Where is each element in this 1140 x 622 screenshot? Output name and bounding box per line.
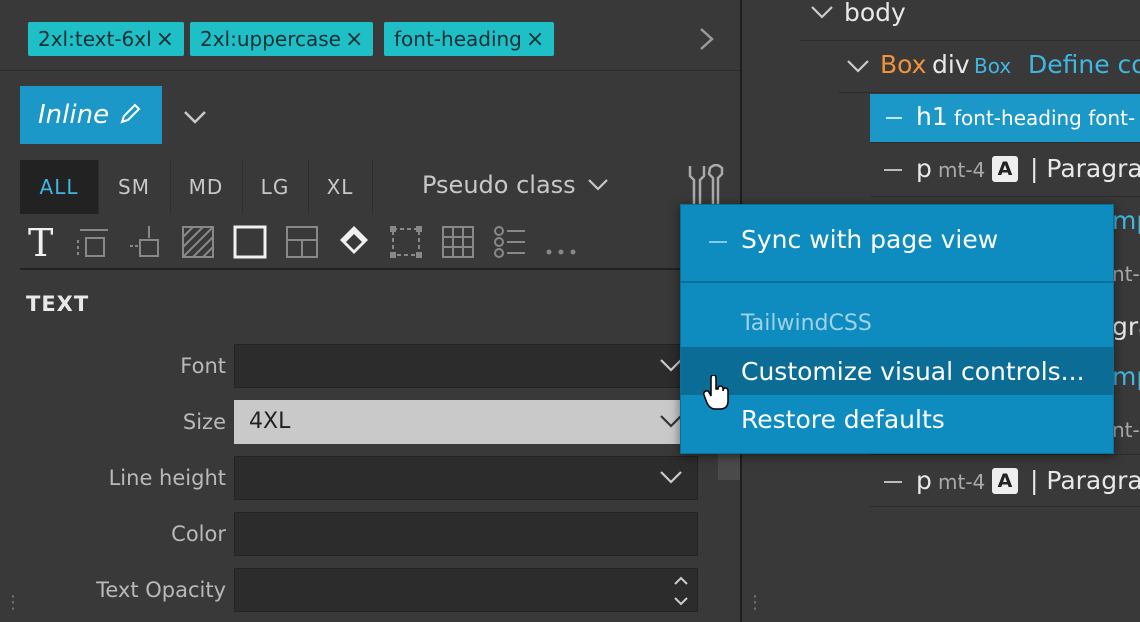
class-tag-bar: 2xl:text-6xl × 2xl:uppercase × font-headin…: [0, 0, 740, 71]
spacing-horizontal-icon[interactable]: [76, 222, 112, 262]
tree-row-p[interactable]: p mt-4 A | Paragra: [870, 456, 1140, 508]
grid-icon[interactable]: [440, 222, 476, 262]
class-tag-label: font-heading: [394, 27, 522, 51]
tab-sm[interactable]: SM: [98, 160, 171, 214]
scrollbar[interactable]: [718, 450, 740, 480]
remove-tag-icon[interactable]: ×: [526, 27, 544, 52]
breakpoint-tabs: ALL SM MD LG XL Pseudo class: [20, 160, 740, 214]
position-icon[interactable]: [128, 222, 164, 262]
color-label: Color: [171, 522, 226, 546]
tree-node-tag: h1: [916, 102, 948, 131]
size-select[interactable]: 4XL: [234, 400, 698, 444]
sync-dash-icon: [709, 241, 727, 243]
resize-handle-icon[interactable]: ⋮: [746, 592, 764, 613]
tree-node-name: Box: [880, 50, 927, 79]
layout-icon[interactable]: [284, 222, 320, 262]
line-height-label: Line height: [108, 466, 226, 490]
collapse-dash-icon: [886, 117, 902, 119]
tree-row-p[interactable]: p mt-4 A | Paragra: [870, 144, 1140, 196]
resize-handle-icon[interactable]: ⋮: [4, 592, 22, 613]
text-badge: A: [992, 468, 1018, 494]
tree-node-component: Box: [974, 54, 1012, 78]
tree-separator: [870, 142, 1140, 143]
menu-divider: [681, 281, 1113, 283]
tree-node-partial: mp: [1112, 206, 1140, 235]
tree-node-text: | Paragra: [1030, 154, 1140, 183]
tree-separator: [838, 92, 1140, 93]
color-input[interactable]: [234, 512, 698, 556]
collapse-dash-icon: [884, 169, 902, 171]
tools-menu: Sync with page view TailwindCSS Customiz…: [680, 204, 1114, 454]
tree-node-tag: body: [844, 0, 906, 27]
text-opacity-input[interactable]: [234, 568, 698, 612]
list-icon[interactable]: [492, 222, 528, 262]
tree-node-classes: mt-4: [938, 158, 986, 182]
menu-item-restore[interactable]: Restore defaults: [741, 405, 945, 434]
size-value: 4XL: [249, 409, 291, 434]
pencil-icon: [120, 103, 141, 124]
menu-item-sync[interactable]: Sync with page view: [741, 225, 998, 254]
tab-lg[interactable]: LG: [242, 160, 309, 214]
text-opacity-label: Text Opacity: [96, 578, 226, 602]
class-tag[interactable]: 2xl:uppercase ×: [190, 22, 374, 56]
remove-tag-icon[interactable]: ×: [345, 27, 363, 52]
tools-icon[interactable]: [686, 164, 726, 208]
tree-node-tag: p: [916, 154, 932, 183]
menu-group-label: TailwindCSS: [741, 311, 872, 336]
chevron-down-icon: [588, 179, 609, 191]
chevron-right-icon[interactable]: [698, 26, 716, 52]
chevron-down-icon[interactable]: [182, 104, 208, 130]
pseudo-class-label: Pseudo class: [422, 171, 576, 199]
stepper-icon[interactable]: [671, 572, 691, 610]
font-label: Font: [180, 354, 226, 378]
class-tag-label: 2xl:text-6xl: [38, 27, 152, 51]
property-category-toolbar: T: [20, 222, 740, 270]
tree-node-partial: gra: [1112, 312, 1140, 341]
effects-icon[interactable]: [388, 222, 424, 262]
border-icon[interactable]: [232, 222, 268, 262]
chevron-down-icon[interactable]: [810, 4, 834, 22]
tree-node-partial: mp: [1112, 362, 1140, 391]
collapse-dash-icon: [884, 481, 902, 483]
tree-row-h1-selected[interactable]: h1 font-heading font-: [870, 94, 1140, 142]
tree-row-box[interactable]: Box div Box Define co: [742, 40, 1140, 92]
svg-text:T: T: [28, 222, 53, 262]
tab-xl[interactable]: XL: [308, 160, 373, 214]
tab-all[interactable]: ALL: [20, 160, 99, 214]
tab-md[interactable]: MD: [170, 160, 243, 214]
size-label: Size: [182, 410, 226, 434]
tree-node-description: Define co: [1028, 50, 1140, 79]
section-title[interactable]: TEXT: [26, 292, 89, 316]
class-tag-label: 2xl:uppercase: [200, 27, 341, 51]
class-tag[interactable]: font-heading ×: [384, 22, 555, 56]
tree-node-classes: font-heading font-: [954, 106, 1136, 130]
tree-node-tag: p: [916, 466, 932, 495]
menu-item-customize[interactable]: Customize visual controls...: [741, 357, 1085, 386]
pseudo-class-dropdown[interactable]: Pseudo class: [422, 160, 609, 214]
inline-button[interactable]: Inline: [20, 86, 162, 144]
chevron-down-icon[interactable]: [846, 58, 870, 76]
properties-panel: 2xl:text-6xl × 2xl:uppercase × font-headin…: [0, 0, 740, 622]
remove-tag-icon[interactable]: ×: [156, 27, 174, 52]
tree-separator: [870, 196, 1140, 197]
more-icon[interactable]: [544, 222, 580, 262]
text-badge: A: [992, 156, 1018, 182]
tree-node-text: | Paragra: [1030, 466, 1140, 495]
background-pattern-icon[interactable]: [180, 222, 216, 262]
inline-button-label: Inline: [38, 100, 110, 130]
class-tag[interactable]: 2xl:text-6xl ×: [28, 22, 185, 56]
line-height-select[interactable]: [234, 456, 698, 500]
tree-node-tag: div: [932, 50, 970, 79]
tree-node-partial: nt-: [1112, 262, 1140, 286]
chevron-down-icon: [660, 471, 682, 484]
tree-node-partial: nt-: [1112, 418, 1140, 442]
hand-cursor-icon: [703, 375, 729, 410]
fill-icon[interactable]: [336, 222, 372, 262]
font-select[interactable]: [234, 344, 698, 388]
tree-node-classes: mt-4: [938, 470, 986, 494]
tree-row-body[interactable]: body: [742, 0, 1140, 42]
tree-separator: [870, 454, 1140, 455]
tree-separator: [870, 506, 1140, 507]
text-icon[interactable]: T: [24, 222, 60, 262]
